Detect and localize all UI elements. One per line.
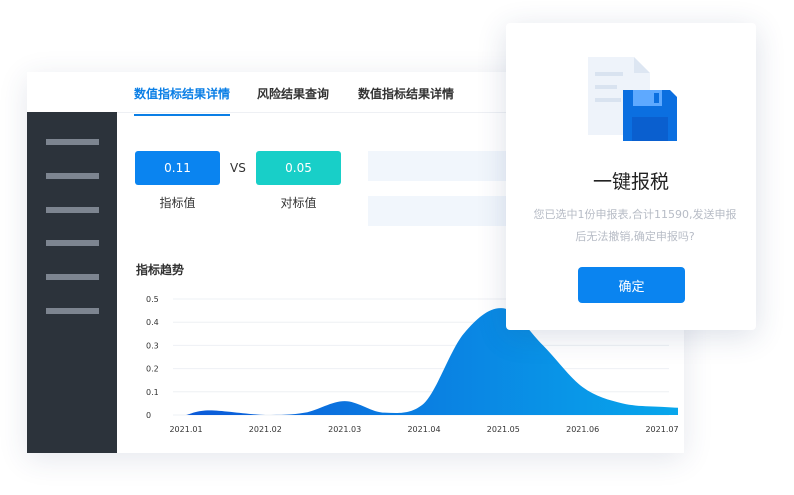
tab-risk-query[interactable]: 风险结果查询 [257, 85, 329, 102]
tab-numeric-detail-2[interactable]: 数值指标结果详情 [358, 85, 454, 102]
x-tick-label: 2021.02 [249, 425, 282, 434]
y-tick-label: 0 [146, 411, 151, 420]
x-tick-label: 2021.05 [487, 425, 520, 434]
placeholder-bar [368, 151, 508, 181]
dialog-title: 一键报税 [592, 171, 669, 193]
x-tick-label: 2021.01 [169, 425, 202, 434]
sidebar-item[interactable] [46, 139, 99, 145]
x-tick-label: 2021.03 [328, 425, 361, 434]
sidebar-item[interactable] [46, 240, 99, 246]
save-document-icon [588, 57, 677, 141]
indicator-value-box: 0.11 [135, 151, 220, 185]
chart-title: 指标趋势 [136, 263, 185, 277]
x-tick-label: 2021.04 [407, 425, 440, 434]
sidebar [27, 112, 117, 453]
sidebar-item[interactable] [46, 173, 99, 179]
y-tick-label: 0.3 [146, 341, 159, 350]
confirm-button[interactable]: 确定 [578, 267, 685, 303]
y-tick-label: 0.5 [146, 295, 159, 304]
sidebar-item[interactable] [46, 308, 99, 314]
y-tick-label: 0.4 [146, 318, 159, 327]
tab-numeric-detail[interactable]: 数值指标结果详情 [134, 85, 231, 116]
placeholder-bar [368, 196, 508, 226]
y-tick-label: 0.1 [146, 388, 159, 397]
indicator-label: 指标值 [159, 196, 196, 210]
vs-label: VS [230, 161, 246, 175]
dialog-message: 您已选中1份申报表,合计11590,发送申报后无法撤销,确定申报吗? [533, 208, 737, 243]
y-tick-label: 0.2 [146, 365, 159, 374]
x-tick-label: 2021.07 [645, 425, 678, 434]
sidebar-item[interactable] [46, 274, 99, 280]
benchmark-label: 对标值 [280, 196, 317, 210]
sidebar-item[interactable] [46, 207, 99, 213]
tax-declaration-dialog: 一键报税 您已选中1份申报表,合计11590,发送申报后无法撤销,确定申报吗? … [506, 23, 756, 330]
x-tick-label: 2021.06 [566, 425, 599, 434]
benchmark-value-box: 0.05 [256, 151, 341, 185]
